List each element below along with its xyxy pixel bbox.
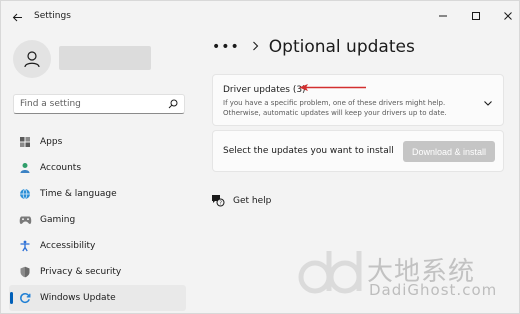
search-input[interactable]: Find a setting	[20, 99, 166, 109]
chevron-down-icon[interactable]	[482, 94, 494, 106]
description-line: If you have a specific problem, one of t…	[223, 99, 446, 107]
apps-icon	[18, 135, 32, 149]
description-line: Otherwise, automatic updates will keep y…	[223, 109, 447, 117]
windows-update-icon	[18, 291, 32, 305]
shield-icon	[18, 265, 32, 279]
settings-window: Settings Find a setting Apps Accounts Ti…	[0, 0, 520, 314]
close-icon	[504, 12, 512, 20]
watermark-logo	[298, 251, 362, 294]
title-bar: Settings	[1, 1, 520, 33]
get-help-link[interactable]: ? Get help	[211, 194, 271, 207]
sidebar-item-label: Gaming	[40, 215, 76, 225]
sidebar-item-label: Accounts	[40, 163, 82, 173]
profile-name-redacted	[59, 46, 151, 70]
close-button[interactable]	[495, 5, 520, 27]
sidebar-item-accessibility[interactable]: Accessibility	[9, 233, 186, 259]
sidebar-item-label: Accessibility	[40, 241, 96, 251]
sidebar-item-label: Time & language	[40, 189, 117, 199]
driver-updates-title: Driver updates (3)	[223, 85, 306, 95]
time-language-icon	[18, 187, 32, 201]
sidebar-item-label: Privacy & security	[40, 267, 122, 277]
chevron-right-icon	[252, 41, 259, 54]
driver-updates-description: If you have a specific problem, one of t…	[223, 98, 463, 118]
search-icon[interactable]	[166, 97, 180, 111]
maximize-button[interactable]	[463, 5, 489, 27]
red-arrow-annotation	[299, 84, 366, 91]
gaming-icon	[18, 213, 32, 227]
app-title: Settings	[34, 11, 71, 21]
download-install-button[interactable]: Download & install	[403, 141, 495, 162]
page-title: Optional updates	[268, 37, 415, 57]
sidebar-item-accounts[interactable]: Accounts	[9, 155, 186, 181]
sidebar-item-gaming[interactable]: Gaming	[9, 207, 186, 233]
sidebar-item-windows-update[interactable]: Windows Update	[9, 285, 186, 311]
help-icon: ?	[212, 195, 225, 207]
sidebar-nav: Apps Accounts Time & language Gaming Acc…	[9, 129, 186, 311]
sidebar-item-label: Apps	[40, 137, 63, 147]
back-button[interactable]	[7, 7, 27, 27]
minimize-icon	[439, 15, 447, 17]
back-arrow-icon	[12, 13, 22, 21]
sidebar-item-time-language[interactable]: Time & language	[9, 181, 186, 207]
active-indicator	[10, 292, 13, 304]
svg-text:?: ?	[219, 201, 222, 207]
accounts-icon	[18, 161, 32, 175]
sidebar-item-privacy-security[interactable]: Privacy & security	[9, 259, 186, 285]
install-instruction: Select the updates you want to install	[223, 146, 394, 156]
breadcrumb-more-button[interactable]: •••	[212, 39, 240, 55]
maximize-icon	[472, 12, 480, 20]
search-box[interactable]: Find a setting	[13, 94, 185, 114]
sidebar-item-label: Windows Update	[40, 293, 116, 303]
accessibility-icon	[18, 239, 32, 253]
sidebar-item-apps[interactable]: Apps	[9, 129, 186, 155]
user-icon	[24, 51, 40, 68]
watermark-url-text: DadiGhost.com	[369, 281, 498, 299]
install-card: Select the updates you want to install D…	[212, 130, 504, 172]
avatar[interactable]	[13, 40, 51, 78]
minimize-button[interactable]	[430, 5, 456, 27]
breadcrumb: ••• Optional updates	[212, 37, 415, 57]
get-help-label: Get help	[233, 195, 272, 206]
driver-updates-card[interactable]: Driver updates (3) If you have a specifi…	[212, 74, 504, 126]
